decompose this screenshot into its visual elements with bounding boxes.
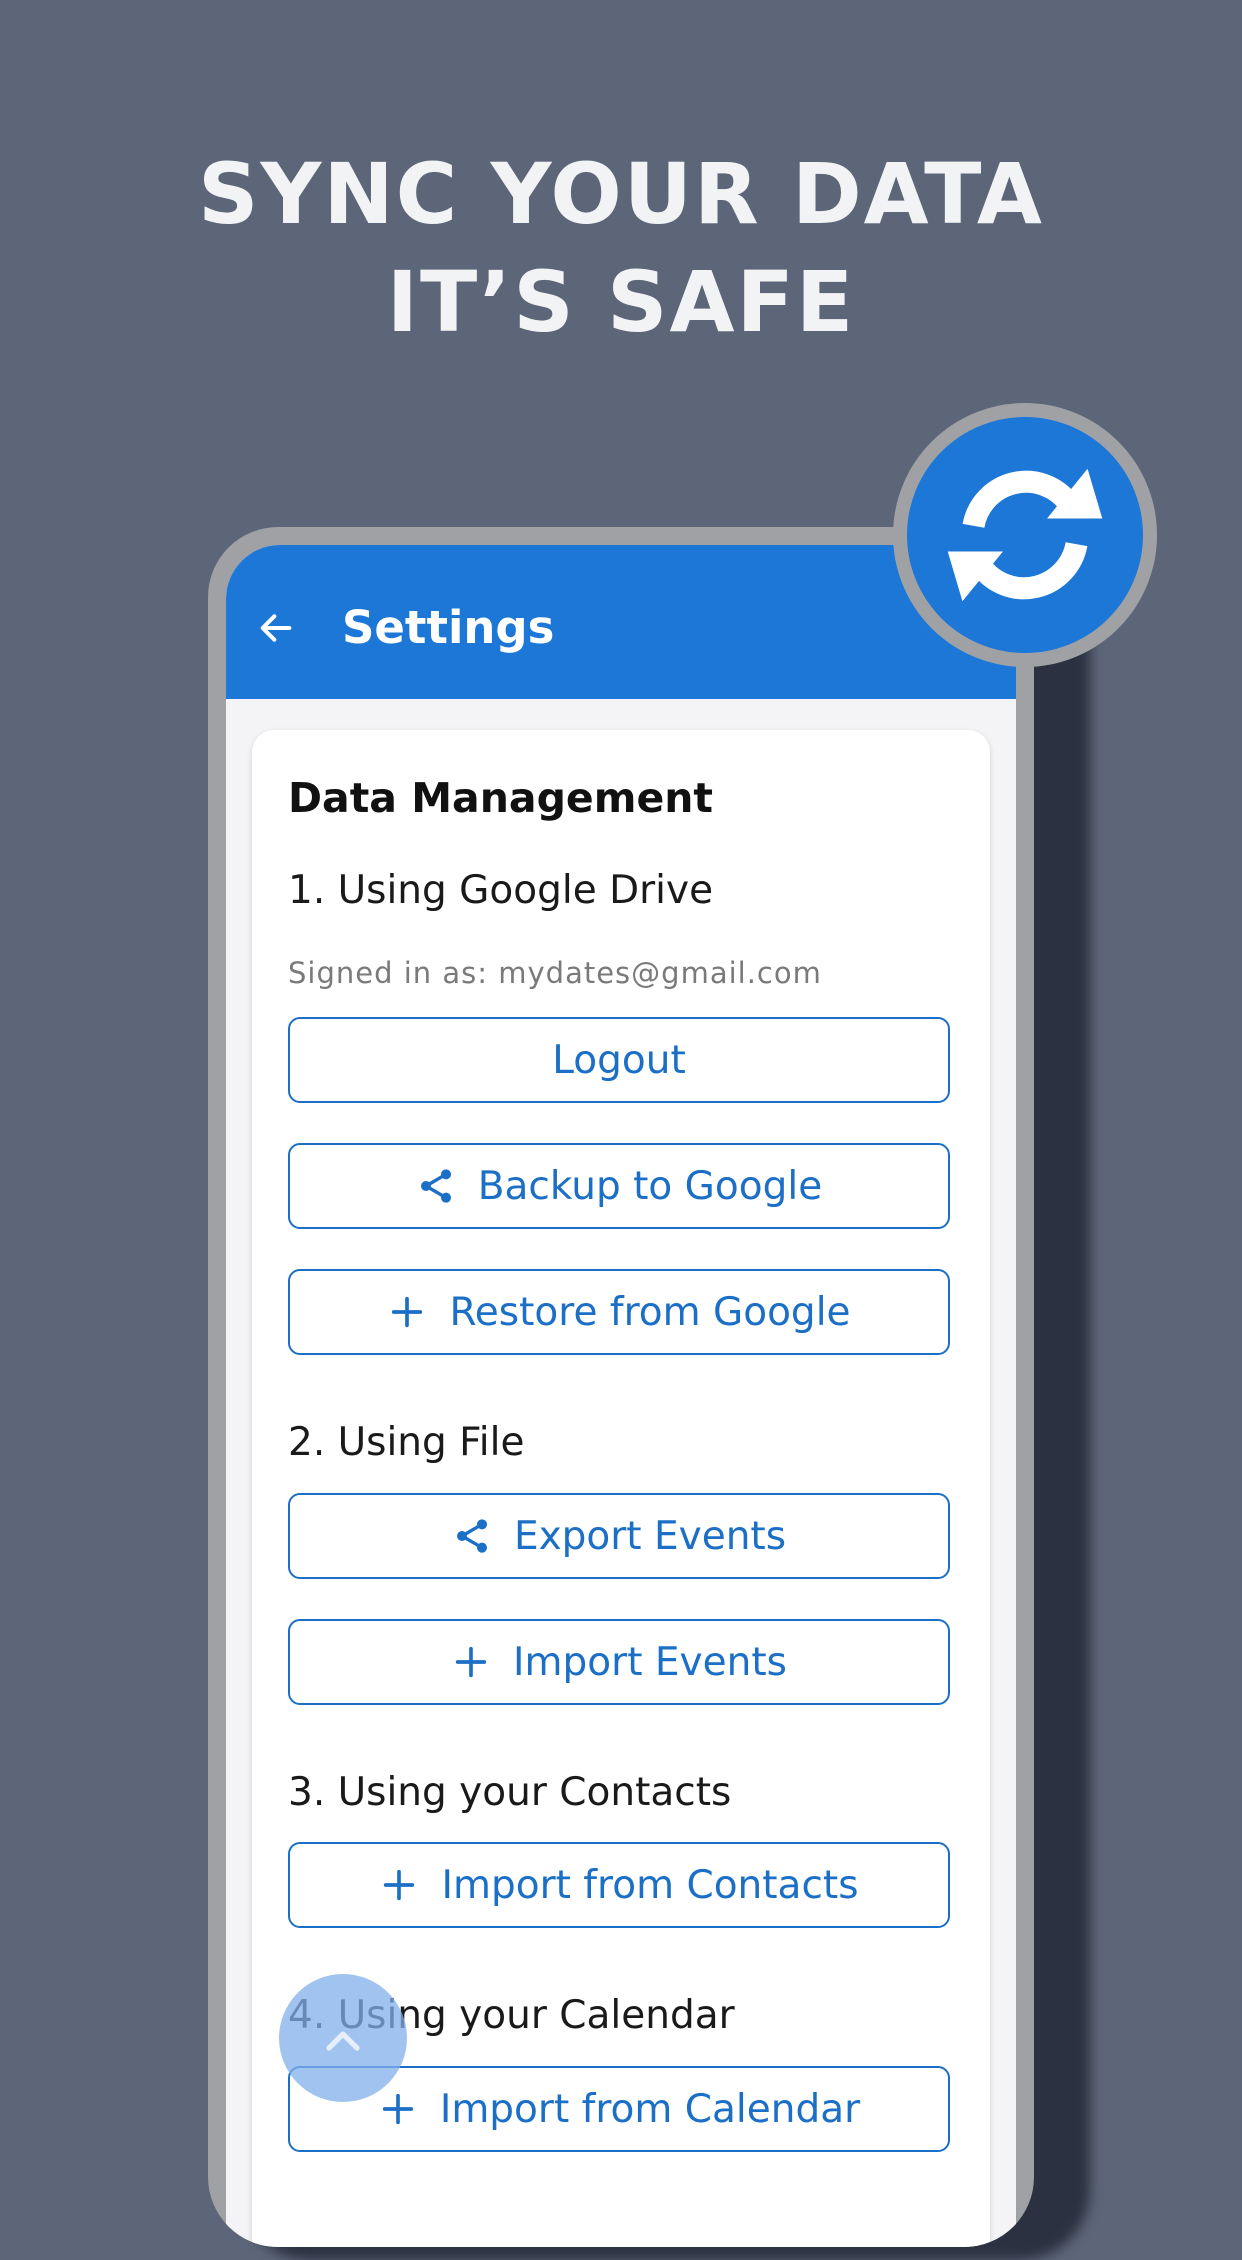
import-label: Import Events xyxy=(513,1639,787,1685)
share-icon xyxy=(456,1519,487,1553)
headline-line-1: SYNC YOUR DATA xyxy=(198,145,1044,243)
restore-label: Restore from Google xyxy=(449,1289,851,1335)
backup-label: Backup to Google xyxy=(477,1163,823,1209)
headline-line-2: IT’S SAFE xyxy=(386,253,856,351)
promo-headline: SYNC YOUR DATA IT’S SAFE xyxy=(0,140,1242,356)
chevron-up-icon xyxy=(326,2031,360,2051)
plus-icon xyxy=(384,1869,415,1901)
import-from-contacts-button[interactable]: Import from Contacts xyxy=(288,1842,950,1928)
export-events-button[interactable]: Export Events xyxy=(288,1493,950,1579)
plus-icon xyxy=(392,1296,423,1328)
export-label: Export Events xyxy=(513,1513,787,1559)
plus-icon xyxy=(382,2093,413,2125)
share-icon xyxy=(420,1169,451,1203)
logout-button[interactable]: Logout xyxy=(288,1017,950,1103)
file-heading: 2. Using File xyxy=(288,1420,525,1465)
google-drive-heading: 1. Using Google Drive xyxy=(288,868,714,913)
calendar-label: Import from Calendar xyxy=(439,2086,861,2132)
scroll-to-top-button[interactable] xyxy=(279,1974,407,2102)
arrow-left-icon[interactable] xyxy=(256,608,296,648)
contacts-heading: 3. Using your Contacts xyxy=(288,1770,732,1815)
card-title: Data Management xyxy=(288,774,714,822)
backup-to-google-button[interactable]: Backup to Google xyxy=(288,1143,950,1229)
restore-from-google-button[interactable]: Restore from Google xyxy=(288,1269,950,1355)
logout-label: Logout xyxy=(552,1037,686,1083)
sync-badge xyxy=(893,403,1157,667)
page-title: Settings xyxy=(342,601,555,654)
sync-icon xyxy=(947,468,1103,602)
signed-in-status: Signed in as: mydates@gmail.com xyxy=(288,956,822,990)
import-events-button[interactable]: Import Events xyxy=(288,1619,950,1705)
contacts-label: Import from Contacts xyxy=(441,1862,859,1908)
plus-icon xyxy=(455,1646,487,1678)
